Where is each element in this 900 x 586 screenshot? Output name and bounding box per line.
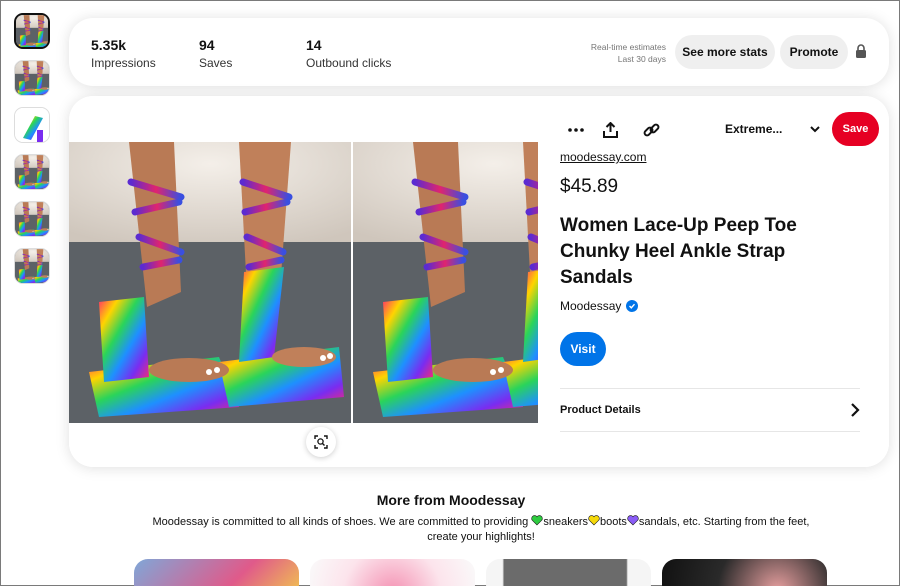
source-domain-link[interactable]: moodessay.com [560,150,646,164]
thumbnail-1[interactable] [14,13,50,49]
see-more-stats-button[interactable]: See more stats [675,35,775,69]
sandal-photo-2 [353,142,538,423]
estimate-note: Real-time estimates Last 30 days [591,41,666,65]
stats-bar: 5.35k Impressions 94 Saves 14 Outbound c… [69,18,889,86]
impressions-label: Impressions [91,56,156,70]
product-title: Women Lace-Up Peep Toe Chunky Heel Ankle… [560,215,797,288]
more-from-heading: More from Moodessay [376,492,526,508]
yellow-heart-icon [588,515,600,526]
product-price: $45.89 [560,176,619,197]
pin-card: Extreme... Save moodessay.com $45.89 Wom… [69,96,889,467]
estimate-line-1: Real-time estimates [590,42,666,52]
chevron-right-icon [851,403,860,417]
product-details-row[interactable]: Product Details [560,396,860,424]
lock-icon [855,44,867,58]
visual-search-icon[interactable] [306,427,336,457]
pin-details-panel: Extreme... Save moodessay.com $45.89 Wom… [538,96,889,467]
product-details-label: Product Details [560,404,641,416]
related-pin-4[interactable] [662,559,827,586]
chevron-down-icon[interactable] [808,122,822,136]
visit-button[interactable]: Visit [560,332,606,366]
divider [560,388,860,389]
promote-button[interactable]: Promote [780,35,848,69]
impressions-value: 5.35k [91,37,127,53]
green-heart-icon [531,515,543,526]
related-pin-1[interactable] [134,559,299,586]
description-boots: boots [599,516,627,528]
sandal-photo [69,142,351,423]
outbound-clicks-value: 14 [306,37,322,53]
description-text-1: Moodessay is committed to all kinds of s… [152,516,532,528]
saves-value: 94 [199,37,215,53]
impressions-stat: 5.35k Impressions [91,37,156,70]
thumbnail-2[interactable] [14,60,50,96]
saves-stat: 94 Saves [199,37,232,70]
estimate-line-2: Last 30 days [617,54,666,64]
saves-label: Saves [199,56,233,70]
pin-image-right [353,96,538,467]
related-pin-2[interactable] [310,559,475,586]
description-sneakers: sneakers [543,516,588,528]
more-from-description: Moodessay is committed to all kinds of s… [136,515,826,545]
pin-thumbnail-rail [14,13,52,295]
pin-image-left [69,96,351,467]
purple-heart-icon [627,515,639,526]
ellipsis-icon[interactable] [564,118,588,142]
outbound-clicks-stat: 14 Outbound clicks [306,37,391,70]
related-pin-3[interactable] [486,559,651,586]
save-button[interactable]: Save [832,112,879,146]
verified-badge-icon [626,300,639,312]
outbound-clicks-label: Outbound clicks [306,56,392,70]
link-icon[interactable] [639,118,663,142]
thumbnail-5[interactable] [14,201,50,237]
thumbnail-4[interactable] [14,154,50,190]
board-selector[interactable]: Extreme... [725,122,782,136]
divider [560,431,860,432]
seller-name: Moodessay [560,299,622,313]
thumbnail-6[interactable] [14,248,50,284]
thumbnail-3[interactable] [14,107,50,143]
share-icon[interactable] [598,118,622,142]
seller-link[interactable]: Moodessay [560,299,639,313]
